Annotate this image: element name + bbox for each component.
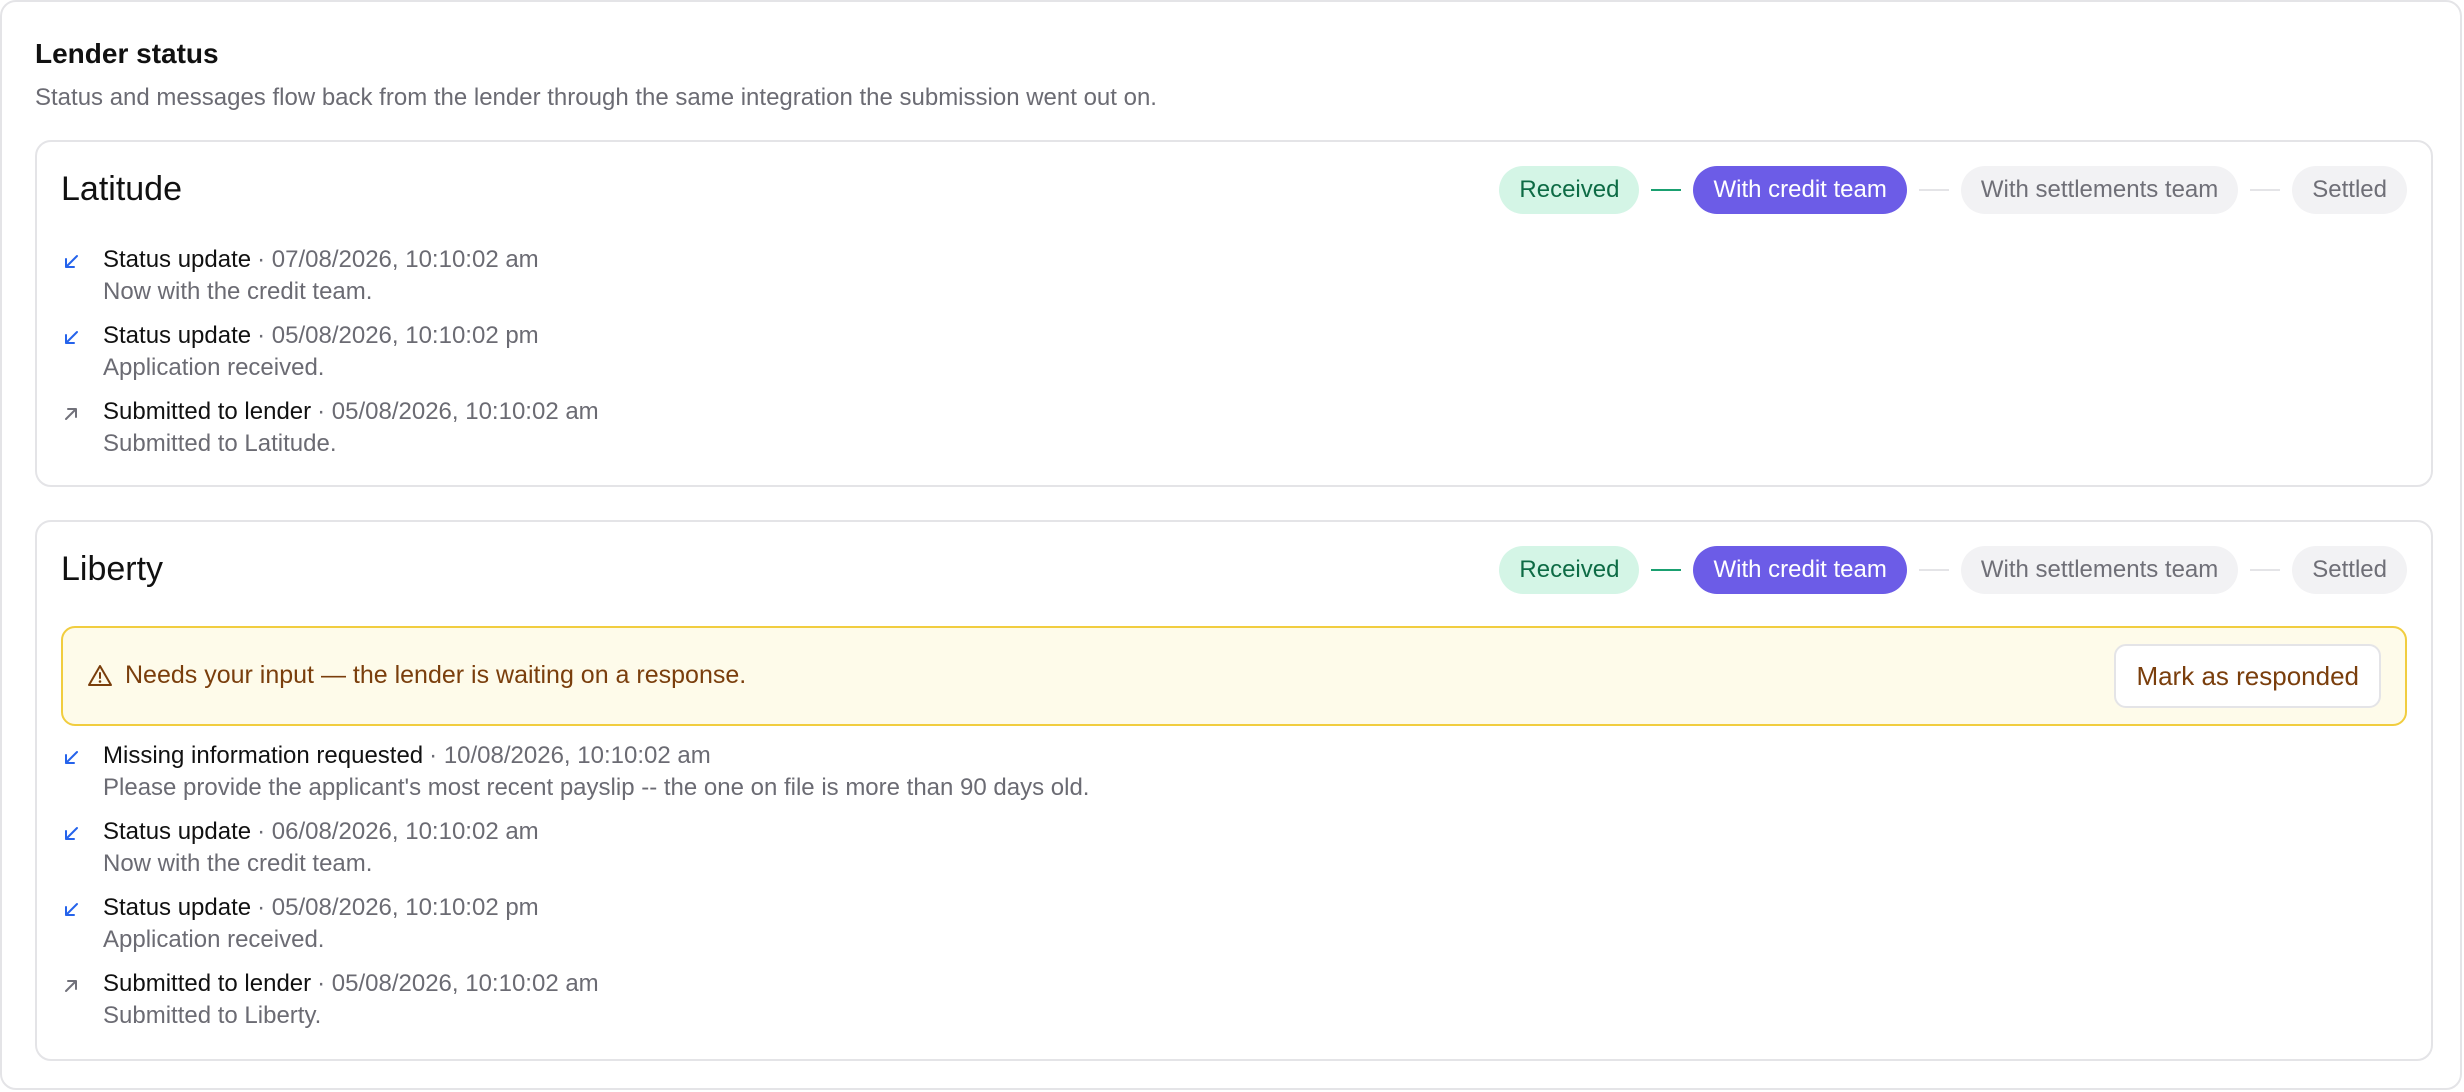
arrow-down-left-icon [65,331,78,344]
event-title: Submitted to lender [103,398,312,425]
event-title: Status update [103,818,252,845]
lender-card-liberty: Liberty Received With credit team With s… [35,520,2433,1061]
event-description: Application received. [103,354,325,381]
step-received: Received [1499,166,1640,214]
lender-name: Liberty [61,550,164,588]
lender-status-panel: Lender status Status and messages flow b… [0,0,2462,1090]
lender-name: Latitude [61,170,182,208]
event-list: Missing information requested · 10/08/202… [61,742,2407,1046]
event-title: Status update [103,322,252,349]
step-connector [1918,569,1949,571]
event-item: Status update · 06/08/2026, 10:10:02 am N… [61,818,2407,894]
event-time: · 06/08/2026, 10:10:02 am [257,818,539,845]
event-description: Now with the credit team. [103,278,373,305]
step-connector [1918,189,1949,191]
step-connector [2250,569,2281,571]
arrow-down-left-icon [65,827,78,840]
event-item: Submitted to lender · 05/08/2026, 10:10:0… [61,970,2407,1046]
event-description: Please provide the applicant's most rece… [103,774,1090,801]
event-description: Submitted to Liberty. [103,1002,322,1029]
event-description: Now with the credit team. [103,850,373,877]
step-connector [2250,189,2281,191]
event-list: Status update · 07/08/2026, 10:10:02 am N… [61,246,2407,474]
event-item: Missing information requested · 10/08/202… [61,742,2407,818]
step-settled: Settled [2292,546,2407,594]
event-time: · 07/08/2026, 10:10:02 am [257,246,539,273]
step-with-settlements-team: With settlements team [1960,166,2239,214]
event-title: Missing information requested [103,742,424,769]
warning-icon [88,665,112,686]
event-description: Application received. [103,926,325,953]
lender-card-latitude: Latitude Received With credit team With … [35,140,2433,487]
event-time: · 05/08/2026, 10:10:02 pm [257,894,539,921]
event-item: Status update · 05/08/2026, 10:10:02 pm A… [61,894,2407,970]
event-title: Submitted to lender [103,970,312,997]
arrow-up-right-icon [65,980,77,992]
section-title: Lender status [35,38,219,69]
event-time: · 10/08/2026, 10:10:02 am [429,742,711,769]
step-connector [1651,189,1682,191]
step-settled: Settled [2292,166,2407,214]
step-with-credit-team: With credit team [1693,166,1907,214]
section-subtitle: Status and messages flow back from the l… [35,84,1157,111]
alert-message: Needs your input — the lender is waiting… [125,661,747,689]
event-item: Status update · 07/08/2026, 10:10:02 am N… [61,246,2407,322]
arrow-up-right-icon [65,408,77,420]
event-time: · 05/08/2026, 10:10:02 pm [257,322,539,349]
event-title: Status update [103,246,252,273]
status-stepper: Received With credit team With settlemen… [1499,546,2407,594]
step-with-credit-team: With credit team [1693,546,1907,594]
event-description: Submitted to Latitude. [103,430,337,457]
step-with-settlements-team: With settlements team [1960,546,2239,594]
event-time: · 05/08/2026, 10:10:02 am [317,970,599,997]
arrow-down-left-icon [65,255,78,268]
event-item: Status update · 05/08/2026, 10:10:02 pm A… [61,322,2407,398]
step-connector [1651,569,1682,571]
status-stepper: Received With credit team With settlemen… [1499,166,2407,214]
mark-as-responded-button[interactable]: Mark as responded [2114,644,2381,708]
step-received: Received [1499,546,1640,594]
needs-input-alert: Needs your input — the lender is waiting… [61,626,2407,726]
event-item: Submitted to lender · 05/08/2026, 10:10:0… [61,398,2407,474]
event-title: Status update [103,894,252,921]
arrow-down-left-icon [65,751,78,764]
arrow-down-left-icon [65,903,78,916]
event-time: · 05/08/2026, 10:10:02 am [317,398,599,425]
